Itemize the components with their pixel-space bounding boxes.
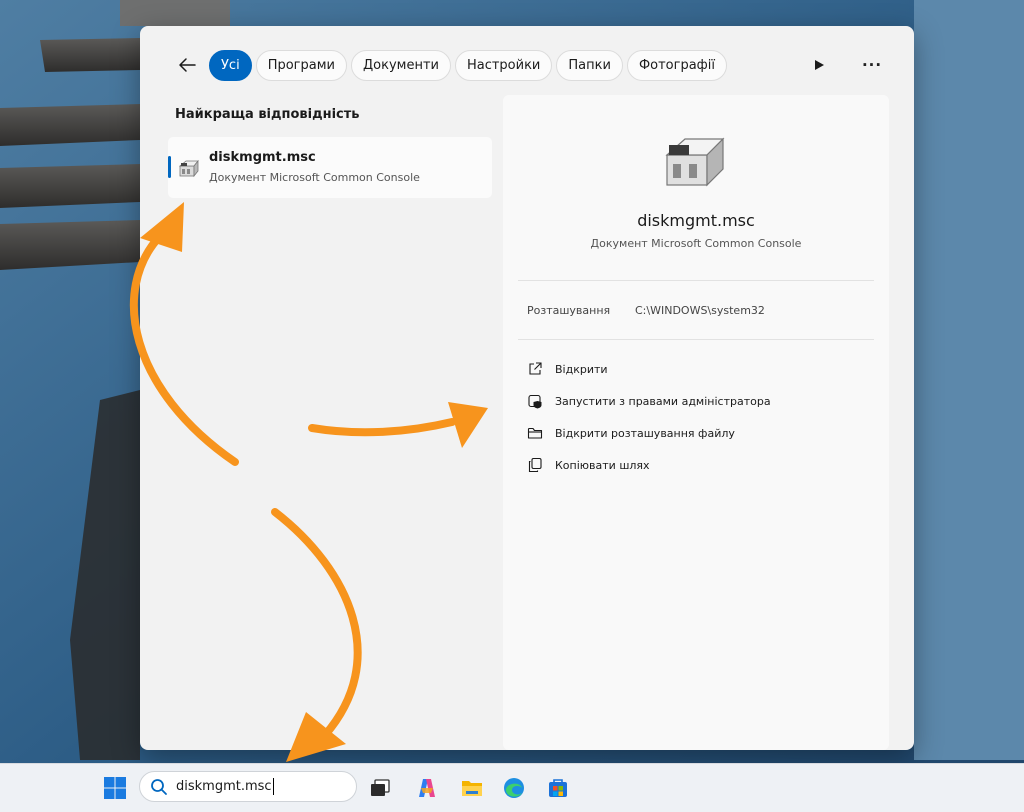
copilot-button[interactable] — [411, 772, 443, 804]
tab-all[interactable]: Усі — [209, 50, 252, 81]
start-icon — [104, 777, 126, 799]
file-explorer-icon — [462, 781, 482, 796]
taskbar — [0, 763, 1024, 812]
admin-shield-icon — [528, 394, 542, 409]
store-button[interactable] — [542, 772, 574, 804]
tab-documents[interactable]: Документи — [350, 50, 451, 81]
tab-settings[interactable]: Настройки — [454, 50, 553, 81]
result-title: diskmgmt.msc — [209, 150, 316, 165]
folder-icon — [527, 427, 543, 439]
action-label: Копіювати шлях — [555, 458, 650, 472]
mmc-console-large-icon — [665, 137, 725, 187]
play-button[interactable] — [810, 56, 828, 74]
text-cursor — [273, 778, 274, 795]
back-arrow-icon — [179, 58, 196, 72]
more-options-button[interactable]: ··· — [858, 54, 886, 76]
edge-icon — [504, 778, 524, 798]
action-open-file-location[interactable]: Відкрити розташування файлу — [527, 422, 735, 444]
details-subtitle: Документ Microsoft Common Console — [590, 237, 802, 250]
task-view-icon — [371, 779, 390, 796]
divider — [518, 339, 874, 340]
location-label: Розташування — [527, 304, 611, 317]
tab-apps[interactable]: Програми — [255, 50, 347, 81]
action-copy-path[interactable]: Копіювати шлях — [527, 454, 650, 476]
best-match-result[interactable]: diskmgmt.msc Документ Microsoft Common C… — [168, 137, 492, 198]
filter-tabs: Усі Програми Документи Настройки Папки Ф… — [209, 50, 727, 81]
details-pane: diskmgmt.msc Документ Microsoft Common C… — [503, 95, 889, 750]
file-explorer-button[interactable] — [456, 772, 488, 804]
more-dots-icon: ··· — [861, 56, 883, 74]
mmc-console-icon — [178, 159, 199, 178]
taskbar-search-box[interactable] — [139, 771, 357, 802]
result-subtitle: Документ Microsoft Common Console — [209, 171, 420, 184]
details-title: diskmgmt.msc — [637, 211, 755, 230]
location-value: C:\WINDOWS\system32 — [635, 304, 765, 317]
action-label: Відкрити розташування файлу — [555, 426, 735, 440]
tab-photos[interactable]: Фотографії — [626, 50, 727, 81]
action-run-as-admin[interactable]: Запустити з правами адміністратора — [527, 390, 771, 412]
action-open[interactable]: Відкрити — [527, 358, 608, 380]
open-external-icon — [529, 362, 542, 375]
back-button[interactable] — [174, 52, 200, 78]
action-label: Запустити з правами адміністратора — [555, 394, 771, 408]
copy-icon — [528, 457, 542, 473]
action-label: Відкрити — [555, 362, 608, 376]
best-match-heading: Найкраща відповідність — [175, 107, 360, 122]
task-view-button[interactable] — [364, 772, 396, 804]
start-button[interactable] — [99, 772, 131, 804]
search-panel: Усі Програми Документи Настройки Папки Ф… — [140, 26, 914, 750]
play-icon — [815, 60, 824, 70]
edge-button[interactable] — [498, 772, 530, 804]
selection-indicator — [168, 156, 171, 178]
search-input[interactable] — [176, 779, 276, 794]
tab-folders[interactable]: Папки — [556, 50, 623, 81]
divider — [518, 280, 874, 281]
store-icon — [549, 779, 567, 797]
copilot-icon — [419, 779, 435, 797]
search-icon — [151, 778, 167, 795]
